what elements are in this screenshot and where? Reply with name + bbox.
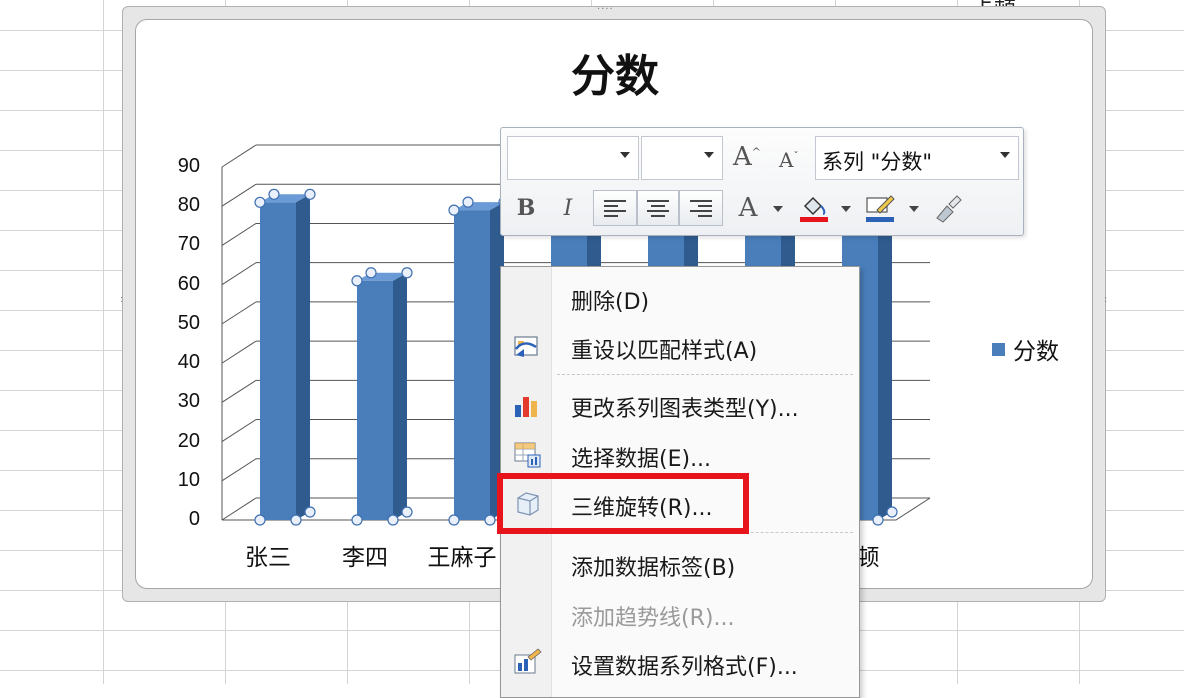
selection-handle (365, 267, 377, 279)
bar-2 (454, 210, 490, 520)
side-wall-gridline (221, 419, 257, 442)
selection-handle (254, 514, 266, 526)
chevron-down-icon (1000, 152, 1010, 158)
selection-handle (304, 506, 316, 518)
fill-color-button[interactable] (795, 190, 833, 226)
selection-handle (872, 514, 884, 526)
side-wall-gridline (221, 144, 257, 168)
format-painter-icon (936, 195, 962, 223)
legend-label: 分数 (1013, 339, 1059, 365)
align-right-icon (690, 200, 712, 217)
menu-item-select-data[interactable]: 选择数据(E)... (501, 431, 859, 477)
reset-style-icon (514, 336, 538, 357)
bar-side-1 (393, 272, 407, 520)
format-series-icon (514, 648, 542, 674)
chevron-down-icon[interactable] (841, 206, 851, 212)
format-painter-button[interactable] (929, 190, 967, 226)
selection-handle (268, 188, 280, 200)
menu-item-add-trendline: 添加趋势线(R)... (571, 606, 735, 631)
selection-handle (401, 506, 413, 518)
mini-toolbar[interactable]: A^ Aˇ 系列 "分数" B I A (500, 127, 1024, 236)
pen-outline-icon (866, 195, 895, 222)
italic-button[interactable]: I (549, 190, 587, 226)
menu-item-add-data-labels[interactable]: 添加数据标签(B) (501, 540, 859, 586)
align-center-button[interactable] (637, 190, 679, 226)
align-right-button[interactable] (679, 190, 723, 226)
selection-handle (290, 514, 302, 526)
grow-font-button[interactable]: A^ (733, 142, 761, 172)
align-left-icon (604, 200, 626, 217)
highlight-annotation-box (497, 473, 749, 534)
selection-handle (401, 267, 413, 279)
font-size-combo[interactable] (641, 136, 723, 180)
outline-color-button[interactable] (861, 190, 899, 226)
chart-type-icon (515, 397, 537, 417)
bar-side-6 (878, 190, 892, 520)
side-wall-gridline (221, 458, 257, 482)
chevron-down-icon (620, 152, 630, 158)
align-left-button[interactable] (593, 190, 637, 226)
bar-1 (357, 280, 393, 520)
selection-handle (254, 196, 266, 208)
side-wall-gridline (221, 223, 257, 246)
side-wall-gridline (221, 340, 257, 364)
bar-side-0 (296, 194, 310, 521)
chevron-down-icon[interactable] (909, 206, 919, 212)
bar-0 (260, 202, 296, 521)
selection-handle (351, 275, 363, 287)
font-name-combo[interactable] (507, 136, 639, 180)
select-data-icon (514, 442, 541, 468)
chart-element-selector[interactable]: 系列 "分数" (815, 136, 1019, 180)
selection-handle (448, 514, 460, 526)
legend-swatch (992, 342, 1005, 356)
menu-item-format-data-series[interactable]: 设置数据系列格式(F)... (501, 639, 859, 685)
side-wall-gridline (221, 262, 257, 286)
menu-item-delete[interactable]: 删除(D) (501, 274, 859, 320)
selection-handle (351, 514, 363, 526)
side-wall-gridline (221, 183, 257, 207)
side-wall-gridline (221, 301, 257, 325)
side-wall-gridline (221, 379, 257, 403)
selection-handle (448, 204, 460, 216)
chevron-down-icon (704, 152, 714, 158)
side-wall-gridline (221, 497, 257, 521)
chevron-down-icon[interactable] (773, 206, 783, 212)
selection-handle (886, 506, 898, 518)
selection-handle (304, 188, 316, 200)
bold-button[interactable]: B (507, 190, 545, 226)
shrink-font-button[interactable]: Aˇ (779, 148, 798, 172)
selection-handle (387, 514, 399, 526)
fill-bucket-icon (800, 196, 828, 222)
menu-item-change-chart-type[interactable]: 更改系列图表类型(Y)... (501, 381, 859, 427)
selection-handle (484, 514, 496, 526)
font-color-button[interactable]: A (729, 190, 767, 226)
menu-separator (557, 374, 853, 375)
selection-handle (462, 196, 474, 208)
align-center-icon (647, 200, 669, 217)
menu-item-reset-style[interactable]: 重设以匹配样式(A) (501, 323, 859, 369)
legend[interactable]: 分数 (992, 332, 1059, 366)
